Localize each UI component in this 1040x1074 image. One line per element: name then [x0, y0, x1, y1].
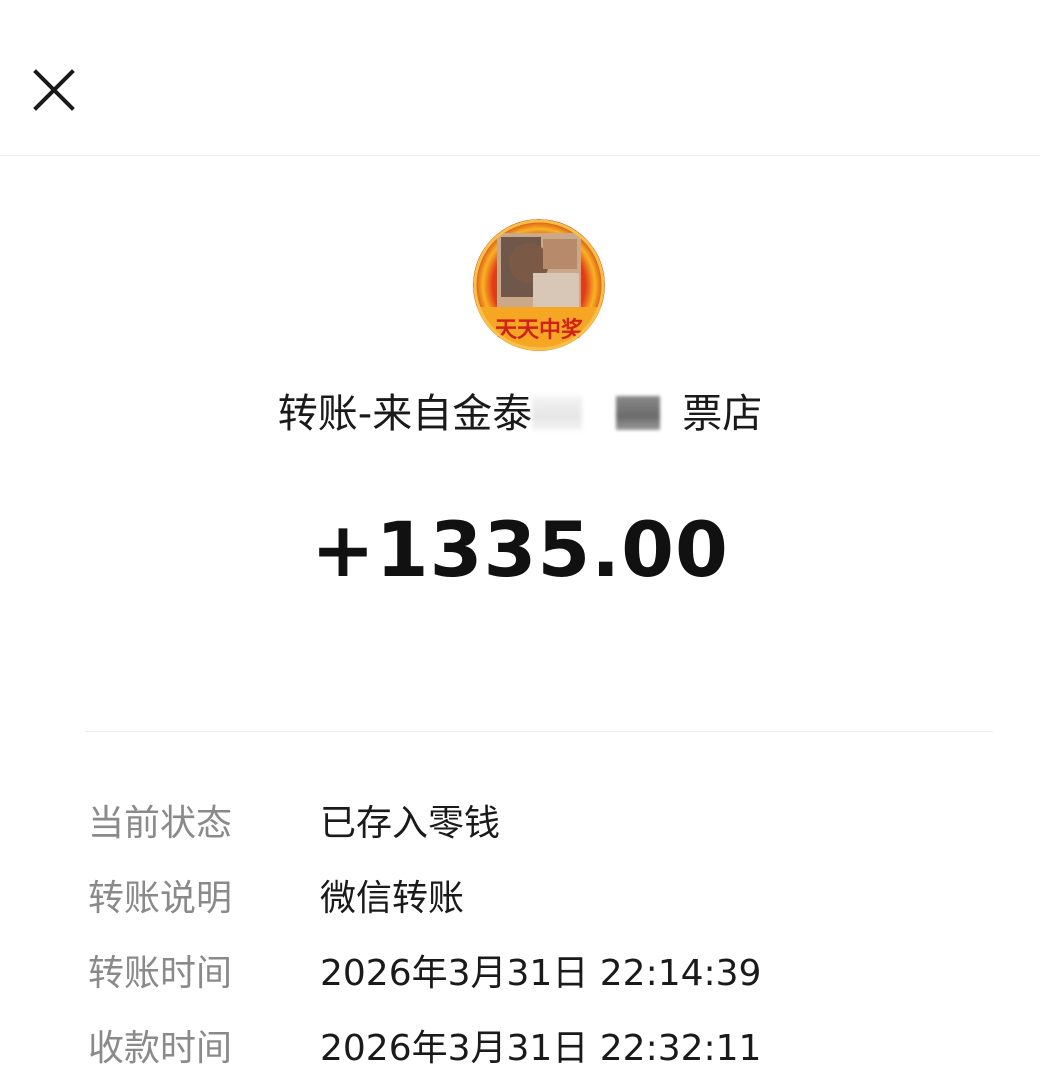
close-icon [33, 69, 75, 111]
detail-value: 微信转账 [320, 878, 465, 919]
detail-label: 当前状态 [88, 803, 233, 844]
detail-value: 2026年3月31日 22:14:39 [320, 953, 762, 994]
sender-suffix: 票店 [682, 391, 763, 437]
redacted-block [532, 396, 583, 430]
detail-row-description: 转账说明 微信转账 [88, 871, 988, 946]
transfer-amount: +1335.00 [311, 505, 729, 594]
sender-avatar: 天天中奖 [473, 219, 605, 351]
sender-prefix: 转账-来自金泰 [277, 391, 533, 437]
divider [85, 731, 993, 732]
sender-title: 转账-来自金泰 票店 [0, 388, 1040, 440]
detail-label: 收款时间 [88, 1028, 233, 1069]
detail-value: 2026年3月31日 22:32:11 [320, 1028, 762, 1069]
transfer-detail-page: 天天中奖 转账-来自金泰 票店 +1335.00 当前状态 已存入零钱 转账说明 … [0, 0, 1040, 1074]
details-list: 当前状态 已存入零钱 转账说明 微信转账 转账时间 2026年3月31日 22:… [88, 796, 988, 1074]
detail-label: 转账说明 [88, 878, 233, 919]
detail-row-status: 当前状态 已存入零钱 [88, 796, 988, 871]
redacted-block [616, 396, 661, 430]
top-bar [0, 0, 1040, 156]
detail-value: 已存入零钱 [320, 803, 501, 844]
detail-label: 转账时间 [88, 953, 233, 994]
close-button[interactable] [26, 62, 82, 118]
detail-row-receive-time: 收款时间 2026年3月31日 22:32:11 [88, 1021, 988, 1074]
detail-row-transfer-time: 转账时间 2026年3月31日 22:14:39 [88, 946, 988, 1021]
